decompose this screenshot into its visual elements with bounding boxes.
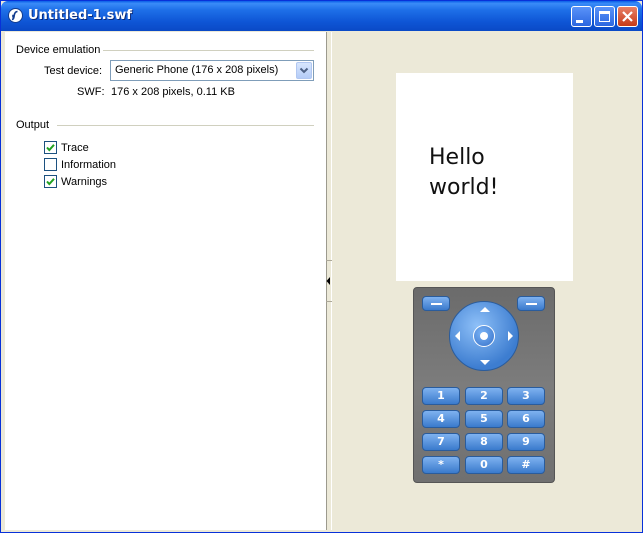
close-button[interactable] — [617, 6, 638, 27]
navigation-pad[interactable] — [449, 301, 519, 371]
minimize-icon — [576, 20, 583, 23]
collapse-arrow-icon — [326, 277, 330, 285]
output-title: Output — [16, 119, 50, 131]
pane-splitter[interactable] — [326, 32, 332, 530]
swf-label: SWF: — [77, 86, 105, 98]
key-2[interactable]: 2 — [465, 387, 503, 405]
minus-icon — [431, 303, 442, 305]
key-6[interactable]: 6 — [507, 410, 545, 428]
settings-pane: Device emulation Test device: Generic Ph… — [5, 32, 326, 530]
key-8[interactable]: 8 — [465, 433, 503, 451]
swf-info: 176 x 208 pixels, 0.11 KB — [111, 86, 235, 98]
maximize-icon — [599, 11, 610, 22]
phone-keypad: 1 2 3 4 5 6 7 8 9 * 0 # — [413, 287, 555, 483]
maximize-button[interactable] — [594, 6, 615, 27]
device-preview-pane: Hello world! 1 2 3 4 5 6 7 8 9 * 0 # — [333, 32, 641, 530]
left-soft-key[interactable] — [422, 296, 450, 311]
window-title: Untitled-1.swf — [28, 8, 133, 23]
key-5[interactable]: 5 — [465, 410, 503, 428]
key-star[interactable]: * — [422, 456, 460, 474]
close-icon — [622, 11, 633, 22]
test-device-select[interactable]: Generic Phone (176 x 208 pixels) — [110, 60, 314, 81]
dropdown-button[interactable] — [296, 62, 312, 79]
warnings-checkbox[interactable] — [44, 175, 57, 188]
checkmark-icon — [46, 178, 55, 186]
arrow-down-icon[interactable] — [480, 360, 490, 365]
key-hash[interactable]: # — [507, 456, 545, 474]
test-device-value: Generic Phone (176 x 208 pixels) — [115, 64, 279, 76]
information-checkbox[interactable] — [44, 158, 57, 171]
key-9[interactable]: 9 — [507, 433, 545, 451]
minimize-button[interactable] — [571, 6, 592, 27]
title-bar[interactable]: Untitled-1.swf — [1, 1, 642, 31]
information-label[interactable]: Information — [61, 159, 116, 171]
select-dot-icon — [480, 332, 488, 340]
checkmark-icon — [46, 144, 55, 152]
test-device-label: Test device: — [44, 65, 103, 77]
key-4[interactable]: 4 — [422, 410, 460, 428]
trace-checkbox[interactable] — [44, 141, 57, 154]
phone-screen[interactable]: Hello world! — [396, 73, 573, 281]
warnings-label[interactable]: Warnings — [61, 176, 107, 188]
right-soft-key[interactable] — [517, 296, 545, 311]
key-0[interactable]: 0 — [465, 456, 503, 474]
chevron-down-icon — [299, 67, 309, 74]
key-7[interactable]: 7 — [422, 433, 460, 451]
select-button[interactable] — [473, 325, 495, 347]
arrow-left-icon[interactable] — [455, 331, 460, 341]
app-window: Untitled-1.swf Device emulation Test dev… — [0, 0, 643, 533]
screen-content: Hello world! — [429, 145, 499, 200]
key-1[interactable]: 1 — [422, 387, 460, 405]
divider — [57, 125, 314, 126]
key-3[interactable]: 3 — [507, 387, 545, 405]
arrow-up-icon[interactable] — [480, 307, 490, 312]
divider — [103, 50, 314, 51]
minus-icon — [526, 303, 537, 305]
device-emulation-title: Device emulation — [16, 44, 101, 56]
trace-label[interactable]: Trace — [61, 142, 89, 154]
arrow-right-icon[interactable] — [508, 331, 513, 341]
flash-icon — [8, 8, 23, 23]
splitter-handle[interactable] — [326, 260, 332, 302]
